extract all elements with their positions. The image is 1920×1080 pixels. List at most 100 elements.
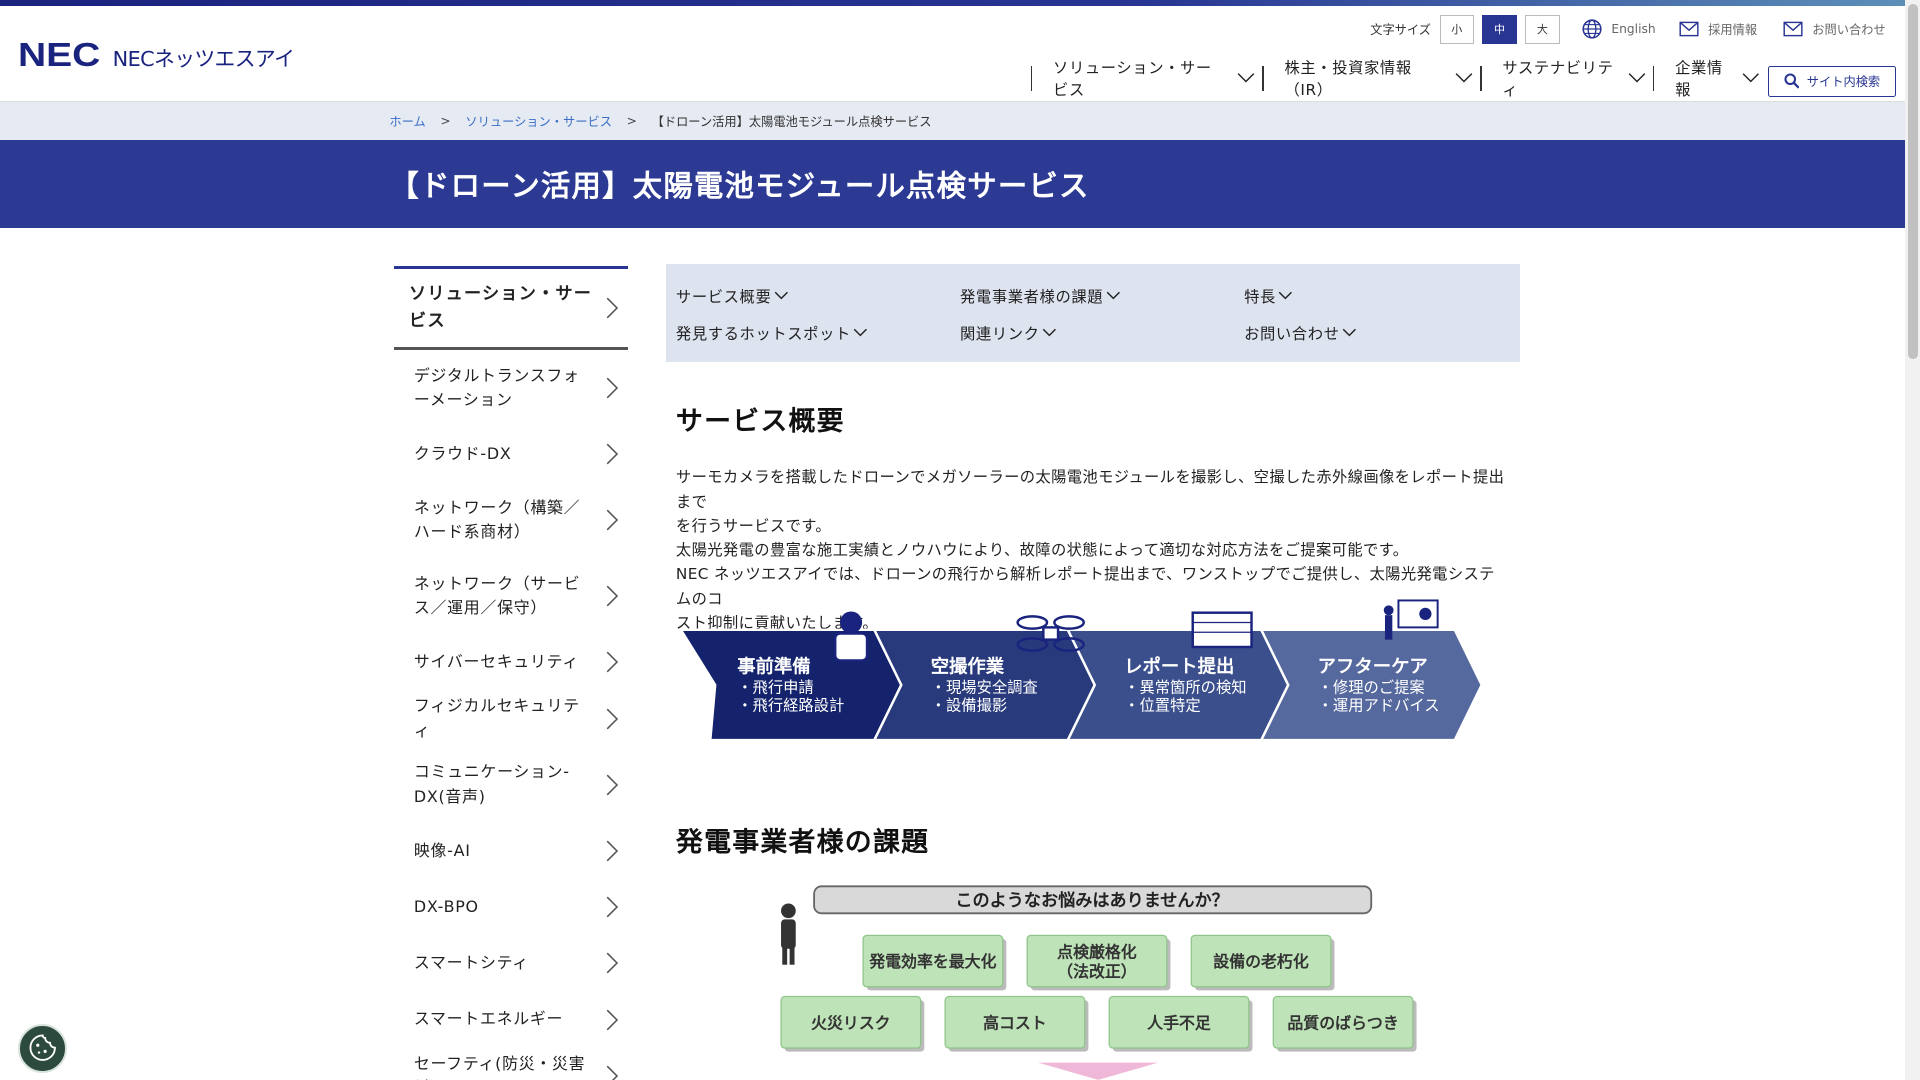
sidebar-item[interactable]: スマートエネルギー (394, 992, 628, 1048)
cookie-icon (29, 1034, 57, 1062)
anchor-link-overview[interactable]: サービス概要 (676, 285, 789, 307)
chevron-down-icon (1042, 328, 1056, 337)
anchor-link-contact[interactable]: お問い合わせ (1244, 322, 1357, 344)
chevron-right-icon (606, 953, 619, 974)
issue-label: 高コスト (983, 1014, 1047, 1033)
site-search-button[interactable]: サイト内検索 (1768, 66, 1896, 97)
anchor-link-related[interactable]: 関連リンク (960, 322, 1057, 344)
anchor-label: お問い合わせ (1244, 325, 1340, 344)
sidebar-item[interactable]: DX-BPO (394, 879, 628, 935)
sidebar-item-label: DX-BPO (413, 896, 479, 916)
issue-label: 発電効率を最大化 (868, 952, 996, 971)
sidebar-item[interactable]: コミュニケーション-DX(音声) (394, 747, 628, 823)
chevron-right-icon (606, 297, 619, 319)
nav-item-company[interactable]: 企業情報 (1654, 59, 1767, 99)
sidebar-item-label: コミュニケーション-DX(音声) (413, 762, 570, 806)
chevron-right-icon (606, 1065, 619, 1080)
breadcrumb-solutions-link[interactable]: ソリューション・サービス (465, 112, 612, 130)
issue-label: 火災リスク (811, 1014, 891, 1033)
logo-mark: NEC (18, 36, 101, 74)
chevron-right-icon (606, 585, 619, 607)
sidebar-item[interactable]: セーフティ(防災・災害対 (394, 1048, 628, 1080)
anchor-link-issues[interactable]: 発電事業者様の課題 (960, 285, 1120, 307)
nav-item-sustainability[interactable]: サステナビリティ (1482, 59, 1653, 99)
issue-label: 品質のばらつき (1288, 1014, 1399, 1033)
sidebar-item-label: セーフティ(防災・災害対 (413, 1053, 586, 1080)
search-icon (1783, 73, 1800, 90)
chevron-right-icon (606, 509, 619, 531)
anchor-link-features[interactable]: 特長 (1244, 285, 1293, 307)
chevron-down-icon (1742, 73, 1759, 83)
nav-item-ir[interactable]: 株主・投資家情報（IR） (1264, 59, 1481, 99)
chevron-down-icon (774, 292, 788, 300)
flow-step-title: アフターケア (1318, 656, 1428, 677)
anchor-label: 発電事業者様の課題 (960, 288, 1104, 307)
sidebar-title[interactable]: ソリューション・サービス (394, 265, 629, 351)
issue-tag: 発電効率を最大化 (862, 934, 1007, 991)
chevron-right-icon (606, 774, 619, 796)
chevron-down-icon (1279, 292, 1293, 300)
cookie-settings-button[interactable] (18, 1023, 68, 1073)
sidebar-item[interactable]: ネットワーク（サービス／運用／保守） (394, 558, 628, 634)
chevron-right-icon (606, 651, 619, 673)
font-size-large-button[interactable]: 大 (1525, 14, 1560, 45)
sidebar-item-label: フィジカルセキュリティ (413, 696, 580, 740)
anchor-link-hotspots[interactable]: 発見するホットスポット (676, 322, 868, 344)
sidebar-item-label: デジタルトランスフォーメーション (413, 365, 580, 409)
sidebar-item[interactable]: サイバーセキュリティ (394, 634, 628, 690)
sidebar-item-label: スマートエネルギー (413, 1009, 564, 1029)
flow-step-point: ・飛行申請 (737, 678, 814, 696)
nav-item-solutions[interactable]: ソリューション・サービス (1032, 59, 1262, 99)
service-flow-diagram: 事前準備・飛行申請・飛行経路設計空撮作業・現場安全調査・設備撮影レポート提出・異… (678, 599, 1483, 741)
issue-label: 点検厳格化 (1057, 943, 1137, 962)
sidebar-item-label: 映像-AI (413, 840, 471, 860)
chevron-down-icon (1106, 292, 1120, 300)
chevron-right-icon (606, 1009, 619, 1031)
sidebar-item[interactable]: フィジカルセキュリティ (394, 690, 628, 746)
overview-line: サーモカメラを搭載したドローンでメガソーラーの太陽電池モジュールを撮影し、空撮し… (675, 468, 1505, 511)
chevron-down-icon (854, 328, 868, 337)
contact-link[interactable]: お問い合わせ (1782, 18, 1886, 40)
flow-step-point: ・異常箇所の検知 (1124, 678, 1246, 696)
chevron-right-icon (606, 896, 619, 918)
issue-tag: 火災リスク (780, 996, 925, 1052)
worker-icon (833, 611, 869, 662)
recruit-link[interactable]: 採用情報 (1678, 18, 1757, 40)
site-logo[interactable]: NEC NECネッツエスアイ (18, 36, 295, 75)
english-link[interactable]: English (1581, 18, 1656, 40)
breadcrumb-home-link[interactable]: ホーム (389, 112, 425, 130)
sidebar-item[interactable]: クラウド-DX (394, 426, 628, 482)
sidebar-item[interactable]: ネットワーク（構築／ハード系商材） (394, 482, 628, 558)
chevron-down-icon (1237, 73, 1255, 83)
sidebar-item[interactable]: スマートシティ (394, 935, 628, 991)
contact-label: お問い合わせ (1812, 23, 1886, 38)
font-size-medium-button[interactable]: 中 (1482, 14, 1517, 45)
flow-step-point: ・位置特定 (1124, 696, 1201, 714)
flow-step: アフターケア・修理のご提案・運用アドバイス (1259, 628, 1483, 741)
issue-tag: 品質のばらつき (1272, 996, 1417, 1052)
sidebar-item[interactable]: 映像-AI (394, 823, 628, 879)
issue-label: 設備の老朽化 (1213, 952, 1309, 971)
anchor-label: 関連リンク (960, 325, 1040, 344)
section-heading-issues: 発電事業者様の課題 (675, 827, 930, 859)
font-size-switcher: 文字サイズ 小 中 大 (1370, 14, 1560, 45)
nav-item-label: ソリューション・サービス (1053, 59, 1212, 100)
report-stack-icon (1191, 611, 1253, 648)
issue-tag: 設備の老朽化 (1190, 934, 1335, 991)
nav-item-label: 株主・投資家情報（IR） (1284, 59, 1412, 100)
issue-label: 人手不足 (1147, 1014, 1211, 1033)
sidebar-item-label: サイバーセキュリティ (413, 651, 579, 671)
issue-tag: 人手不足 (1108, 996, 1253, 1052)
page-title: 【ドローン活用】太陽電池モジュール点検サービス (0, 139, 1906, 228)
issue-label: （法改正） (1057, 962, 1137, 981)
page-anchor-menu: サービス概要 発電事業者様の課題 特長 発見するホットスポット 関連リンク お問… (666, 264, 1520, 363)
issues-diagram: このようなお悩みはありませんか？ 発電効率を最大化 点検厳格化（法改正） 設備の老朽化… (780, 885, 1417, 1080)
chevron-right-icon (606, 377, 619, 399)
scrollbar-thumb[interactable] (1907, 3, 1918, 359)
sidebar-item[interactable]: デジタルトランスフォーメーション (394, 350, 628, 426)
question-text: このようなお悩みはありませんか？ (956, 890, 1229, 911)
font-size-small-button[interactable]: 小 (1439, 14, 1474, 45)
main-navigation: ソリューション・サービス 株主・投資家情報（IR） サステナビリティ 企業情報 (1031, 59, 1767, 99)
overview-line: を行うサービスです。 (675, 516, 832, 535)
anchor-label: サービス概要 (675, 288, 772, 307)
